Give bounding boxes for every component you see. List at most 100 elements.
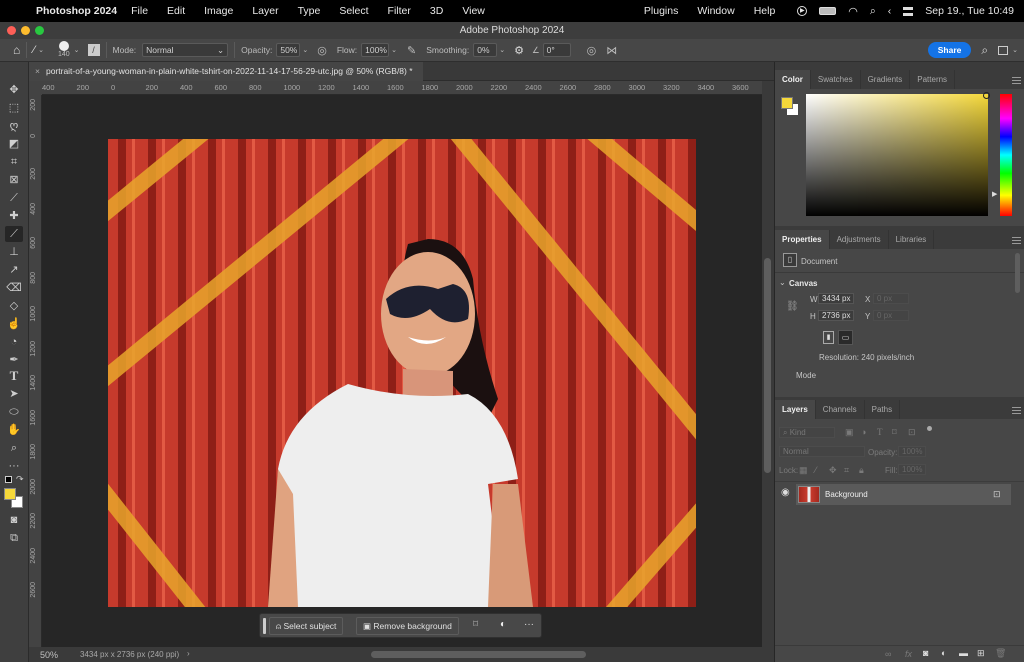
status-menu-arrow[interactable]: › <box>187 649 190 658</box>
tab-libraries[interactable]: Libraries <box>889 230 935 249</box>
search-icon[interactable]: ⌕ <box>981 43 988 58</box>
share-button[interactable]: Share <box>927 42 972 58</box>
search-icon[interactable]: ⌕ <box>870 5 876 18</box>
hue-slider-arrow-icon[interactable]: ▶ <box>992 190 997 198</box>
saturation-brightness-field[interactable] <box>806 94 988 216</box>
marquee-tool-icon[interactable]: ⬚ <box>5 100 23 116</box>
foreground-color-chip[interactable] <box>781 97 793 109</box>
menu-view[interactable]: View <box>462 5 485 17</box>
panel-menu-icon[interactable] <box>1012 407 1021 414</box>
menu-3d[interactable]: 3D <box>430 5 443 17</box>
chevron-down-icon[interactable]: ⌄ <box>779 278 786 287</box>
menu-edit[interactable]: Edit <box>167 5 185 17</box>
hand-tool-icon[interactable]: ✋ <box>5 422 23 438</box>
edit-toolbar-icon[interactable]: ··· <box>5 458 23 474</box>
symmetry-butterfly-icon[interactable]: ⋈ <box>606 44 617 57</box>
battery-icon[interactable] <box>819 7 837 15</box>
play-circle-icon[interactable]: ▶ <box>797 6 808 16</box>
adjustment-half-circle-icon[interactable]: ◐ <box>500 619 506 630</box>
zoom-level[interactable]: 50% <box>40 650 58 660</box>
menu-type[interactable]: Type <box>298 5 321 17</box>
menu-window[interactable]: Window <box>697 5 734 17</box>
layer-row[interactable]: ◉ Background ⊡ <box>775 482 1024 506</box>
pressure-size-icon[interactable]: ◎ <box>587 44 597 57</box>
dodge-tool-icon[interactable]: ◔ <box>5 334 23 350</box>
fx-icon[interactable]: fx <box>905 649 912 659</box>
menu-filter[interactable]: Filter <box>388 5 411 17</box>
delete-layer-trash-icon[interactable]: 🗑︎ <box>995 648 1006 659</box>
properties-scroll-thumb[interactable] <box>1015 253 1020 293</box>
screen-mode-icon[interactable]: ⧉ <box>5 530 23 546</box>
lock-paint-icon[interactable]: ⁄ <box>815 465 817 475</box>
wifi-icon[interactable]: ◠ <box>848 5 858 18</box>
brush-size-picker[interactable]: 140 <box>58 41 70 59</box>
zoom-window-button[interactable] <box>35 26 44 35</box>
ruler-origin[interactable] <box>29 81 42 95</box>
airbrush-icon[interactable]: ✎ <box>407 44 416 57</box>
filter-type-icon[interactable]: T <box>877 427 883 437</box>
filter-toggle-icon[interactable] <box>927 426 932 431</box>
swap-colors-icon[interactable]: ↷ <box>16 474 24 485</box>
canvas-width-field[interactable]: 3434 px <box>818 293 854 304</box>
canvas-height-field[interactable]: 2736 px <box>818 310 854 321</box>
object-selection-tool-icon[interactable]: ◩ <box>5 136 23 152</box>
brush-tool-icon[interactable]: ⟋ <box>5 226 23 242</box>
vertical-scroll-thumb[interactable] <box>764 258 771 473</box>
chevron-down-icon[interactable]: ⌄ <box>38 46 44 54</box>
link-dimensions-icon[interactable]: ⛓ <box>786 301 799 312</box>
drag-handle[interactable] <box>263 618 266 634</box>
lock-transparent-icon[interactable]: ▦ <box>799 465 808 476</box>
pressure-opacity-icon[interactable]: ◎ <box>317 44 327 57</box>
tab-gradients[interactable]: Gradients <box>861 70 911 89</box>
horizontal-scroll-thumb[interactable] <box>371 651 586 658</box>
ellipse-tool-icon[interactable]: ⬭ <box>5 404 23 420</box>
menu-select[interactable]: Select <box>339 5 368 17</box>
move-tool-icon[interactable]: ✥ <box>5 82 23 98</box>
transform-icon[interactable]: ⌑ <box>473 619 478 630</box>
menu-layer[interactable]: Layer <box>252 5 278 17</box>
lock-artboard-icon[interactable]: ⌗ <box>844 465 849 476</box>
panel-menu-icon[interactable] <box>1012 237 1021 244</box>
foreground-color-swatch[interactable] <box>4 488 16 500</box>
eraser-tool-icon[interactable]: ⌫ <box>5 280 23 296</box>
default-colors-icon[interactable] <box>5 476 12 483</box>
link-layers-icon[interactable]: ∞ <box>885 649 891 659</box>
tab-patterns[interactable]: Patterns <box>910 70 956 89</box>
filter-shape-icon[interactable]: ⌑ <box>892 427 897 438</box>
chevron-down-icon[interactable]: ⌄ <box>391 46 397 54</box>
horizontal-ruler[interactable]: 400 200 0 200 400 600 800 1000 1200 1400 1600 1800 2… <box>42 81 762 95</box>
menu-help[interactable]: Help <box>754 5 776 17</box>
menu-image[interactable]: Image <box>204 5 233 17</box>
hue-slider[interactable] <box>1000 94 1012 216</box>
tab-color[interactable]: Color <box>775 70 811 89</box>
select-subject-button[interactable]: ⍝ Select subject <box>269 617 344 635</box>
path-selection-tool-icon[interactable]: ➤ <box>5 386 23 402</box>
landscape-orientation-icon[interactable]: ▭ <box>838 330 853 345</box>
clone-stamp-tool-icon[interactable]: ⊥ <box>5 244 23 260</box>
history-brush-tool-icon[interactable]: ↗ <box>5 262 23 278</box>
more-options-icon[interactable]: ··· <box>524 619 534 630</box>
vertical-ruler[interactable]: 200 0 200 400 600 800 1000 1200 1400 1600 1800 2000… <box>29 95 42 647</box>
workspace-icon[interactable] <box>998 45 1009 55</box>
portrait-orientation-icon[interactable]: ▮ <box>823 331 834 344</box>
brush-settings-icon[interactable]: / <box>87 44 100 56</box>
menu-file[interactable]: File <box>131 5 148 17</box>
new-adjustment-layer-icon[interactable]: ◐ <box>941 648 946 658</box>
panel-menu-icon[interactable] <box>1012 77 1021 84</box>
chevron-down-icon[interactable]: ⌄ <box>499 46 505 54</box>
mode-select[interactable]: Normal ⌄ <box>142 43 229 57</box>
canvas-section-title[interactable]: Canvas <box>789 279 817 288</box>
tab-swatches[interactable]: Swatches <box>811 70 861 89</box>
close-window-button[interactable] <box>7 26 16 35</box>
tab-layers[interactable]: Layers <box>775 400 816 419</box>
smudge-tool-icon[interactable]: ☝ <box>5 316 23 332</box>
tab-channels[interactable]: Channels <box>816 400 865 419</box>
paint-bucket-tool-icon[interactable]: ◇ <box>5 298 23 314</box>
tab-paths[interactable]: Paths <box>865 400 901 419</box>
close-tab-icon[interactable]: × <box>35 62 40 81</box>
layer-row-selected[interactable]: Background ⊡ <box>796 484 1011 505</box>
frame-tool-icon[interactable]: ⊠ <box>5 172 23 188</box>
layer-lock-icon[interactable]: ⊡ <box>993 489 1001 500</box>
filter-adjustment-icon[interactable]: ◑ <box>861 427 866 437</box>
type-tool-icon[interactable]: T <box>5 368 23 384</box>
